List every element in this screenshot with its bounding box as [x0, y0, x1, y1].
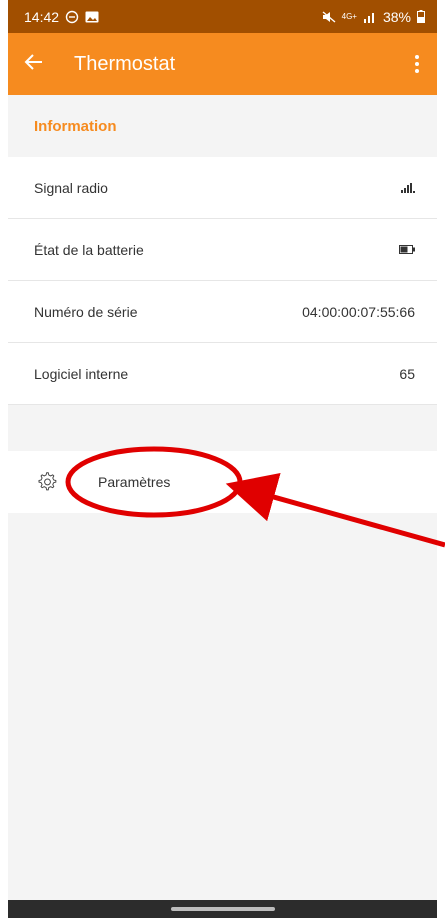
- info-row-signal: Signal radio: [8, 157, 437, 219]
- mute-icon: [322, 10, 336, 23]
- app-screen: 14:42 4G+ 38% Thermostat Information Sig…: [8, 0, 437, 918]
- status-left: 14:42: [24, 9, 99, 25]
- back-arrow-icon[interactable]: [24, 51, 60, 77]
- left-margin: [0, 0, 8, 918]
- info-row-serial: Numéro de série 04:00:00:07:55:66: [8, 281, 437, 343]
- battery-percent: 38%: [382, 8, 411, 25]
- signal-icon: [363, 12, 374, 23]
- info-label: Signal radio: [34, 179, 108, 196]
- info-label: État de la batterie: [34, 241, 144, 258]
- info-row-battery: État de la batterie: [8, 219, 437, 281]
- battery-level-icon: [399, 245, 415, 254]
- info-row-firmware: Logiciel interne 65: [8, 343, 437, 405]
- page-title: Thermostat: [74, 52, 176, 75]
- system-navigation-bar: [8, 900, 437, 918]
- network-type: 4G+: [341, 12, 357, 21]
- overflow-menu-icon[interactable]: [409, 55, 425, 73]
- info-label: Numéro de série: [34, 303, 138, 320]
- settings-label: Paramètres: [98, 474, 171, 490]
- section-header-information: Information: [34, 117, 117, 135]
- info-label: Logiciel interne: [34, 365, 129, 382]
- gallery-icon: [85, 11, 99, 22]
- info-value: 65: [399, 365, 415, 382]
- app-bar: Thermostat: [8, 33, 437, 95]
- do-not-disturb-icon: [65, 10, 79, 23]
- settings-row[interactable]: Paramètres: [8, 451, 437, 513]
- gear-icon: [38, 472, 57, 491]
- home-gesture-handle[interactable]: [171, 907, 275, 911]
- battery-icon: [417, 10, 425, 23]
- status-bar: 14:42 4G+ 38%: [8, 0, 437, 33]
- signal-strength-icon: [401, 182, 415, 193]
- status-right: 4G+ 38%: [322, 9, 425, 25]
- info-value: 04:00:00:07:55:66: [302, 303, 415, 320]
- status-time: 14:42: [24, 8, 60, 25]
